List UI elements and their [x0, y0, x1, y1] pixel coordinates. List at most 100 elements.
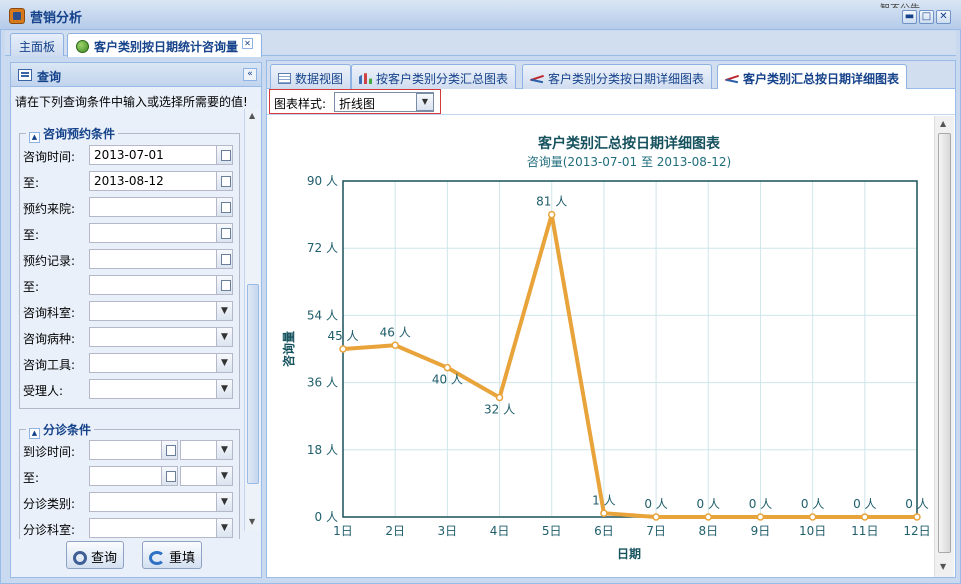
- calendar-icon[interactable]: [216, 249, 233, 269]
- tab-customer-category-stats[interactable]: 客户类别按日期统计咨询量 ✕: [67, 33, 263, 57]
- data-label: 1 人: [592, 493, 615, 507]
- scrollbar-thumb[interactable]: [247, 284, 259, 484]
- chart-subtitle: 咨询量(2013-07-01 至 2013-08-12): [527, 154, 731, 169]
- calendar-icon[interactable]: [216, 171, 233, 191]
- select-field[interactable]: [89, 327, 218, 347]
- chevron-down-icon[interactable]: ▼: [216, 353, 233, 373]
- form-icon: [18, 69, 32, 81]
- chevron-down-icon[interactable]: ▼: [216, 379, 233, 399]
- date-field[interactable]: [89, 249, 218, 269]
- data-point: [861, 513, 869, 521]
- scroll-down-icon[interactable]: ▼: [940, 562, 946, 571]
- date-field[interactable]: [89, 197, 218, 217]
- query-hint: 请在下列查询条件中输入或选择所需要的值!: [15, 95, 248, 109]
- calendar-icon[interactable]: [216, 145, 233, 165]
- tab-data-view[interactable]: 数据视图: [270, 64, 352, 89]
- calendar-icon[interactable]: [161, 440, 178, 460]
- chevron-down-icon[interactable]: ▼: [216, 466, 233, 486]
- chevron-down-icon[interactable]: ▼: [216, 440, 233, 460]
- select-field[interactable]: [89, 301, 218, 321]
- field-label: 至:: [23, 471, 40, 485]
- select-field[interactable]: [89, 353, 218, 373]
- scroll-up-icon[interactable]: ▲: [249, 111, 255, 120]
- select-field[interactable]: [89, 518, 218, 538]
- reset-button[interactable]: 重填: [142, 541, 203, 569]
- x-tick-label: 4日: [490, 524, 510, 538]
- query-panel-scrollbar[interactable]: ▲ ▼: [244, 109, 260, 531]
- y-tick-label: 36 人: [307, 376, 338, 390]
- consult-conditions-legend[interactable]: ▲ 咨询预约条件: [26, 125, 119, 143]
- chevron-down-icon[interactable]: ▼: [216, 518, 233, 538]
- data-label: 46 人: [380, 325, 411, 339]
- date-field[interactable]: [89, 275, 218, 295]
- time-select[interactable]: [180, 440, 218, 460]
- date-field[interactable]: [89, 466, 163, 486]
- data-label: 81 人: [536, 195, 567, 209]
- x-tick-label: 7日: [646, 524, 666, 538]
- collapse-panel-button[interactable]: «: [243, 68, 257, 81]
- date-field[interactable]: 2013-07-01: [89, 145, 218, 165]
- data-point: [547, 210, 556, 219]
- triage-conditions-legend[interactable]: ▲ 分诊条件: [26, 421, 95, 439]
- select-field[interactable]: [89, 492, 218, 512]
- date-field[interactable]: [89, 440, 163, 460]
- data-point: [443, 363, 452, 372]
- x-tick-label: 5日: [542, 524, 562, 538]
- calendar-icon[interactable]: [161, 466, 178, 486]
- chart-style-label: 图表样式:: [274, 97, 327, 111]
- tab-category-date-detail-chart[interactable]: 客户类别分类按日期详细图表: [522, 64, 713, 89]
- x-tick-label: 9日: [751, 524, 771, 538]
- query-button[interactable]: 查询: [66, 541, 125, 569]
- tab-main-panel[interactable]: 主面板: [10, 33, 65, 56]
- query-panel-title: 查询: [37, 70, 62, 84]
- date-field[interactable]: [89, 223, 218, 243]
- scroll-up-icon[interactable]: ▲: [940, 119, 946, 128]
- data-label: 0 人: [853, 497, 876, 511]
- data-label: 0 人: [905, 497, 928, 511]
- maximize-button[interactable]: □: [919, 10, 934, 24]
- tab-summary-date-detail-chart[interactable]: 客户类别汇总按日期详细图表: [717, 64, 908, 90]
- scroll-down-icon[interactable]: ▼: [249, 517, 255, 526]
- field-label: 咨询时间:: [23, 150, 76, 164]
- date-field[interactable]: 2013-08-12: [89, 171, 218, 191]
- line-chart-icon: [725, 73, 739, 84]
- x-tick-label: 3日: [438, 524, 458, 538]
- calendar-icon[interactable]: [216, 275, 233, 295]
- background-window-text: 智不公告...: [880, 0, 950, 8]
- scrollbar-thumb[interactable]: [938, 133, 951, 553]
- chevron-down-icon[interactable]: ▼: [216, 492, 233, 512]
- tab-label: 主面板: [19, 40, 56, 54]
- data-point: [391, 341, 399, 350]
- data-point: [808, 513, 817, 521]
- data-point: [704, 513, 713, 521]
- field-label: 至:: [23, 228, 40, 242]
- data-label: 0 人: [749, 497, 772, 511]
- collapse-toggle-icon[interactable]: ▲: [29, 132, 40, 143]
- x-tick-label: 8日: [698, 524, 718, 538]
- undo-icon: [149, 551, 165, 565]
- field-label: 咨询工具:: [23, 358, 76, 372]
- close-window-button[interactable]: ✕: [936, 10, 951, 24]
- chevron-down-icon[interactable]: ▼: [416, 93, 434, 111]
- calendar-icon[interactable]: [216, 197, 233, 217]
- field-label: 咨询病种:: [23, 332, 76, 346]
- time-select[interactable]: [180, 466, 218, 486]
- data-label: 45 人: [327, 329, 358, 343]
- minimize-button[interactable]: ▬: [902, 10, 917, 24]
- field-label: 至:: [23, 280, 40, 294]
- field-label: 受理人:: [23, 384, 64, 398]
- tab-category-summary-chart[interactable]: 按客户类别分类汇总图表: [351, 64, 517, 89]
- field-label: 分诊类别:: [23, 497, 76, 511]
- query-panel: 查询 « 请在下列查询条件中输入或选择所需要的值! ▲ 咨询预约条件 ▲ 分诊条件 …: [10, 62, 262, 578]
- select-field[interactable]: [89, 379, 218, 399]
- calendar-icon[interactable]: [216, 223, 233, 243]
- app-logo-icon: [9, 8, 25, 24]
- chart-title: 客户类别汇总按日期详细图表: [537, 135, 721, 152]
- chevron-down-icon[interactable]: ▼: [216, 327, 233, 347]
- view-tab-bar: 数据视图 按客户类别分类汇总图表 客户类别分类按日期详细图表 客户类别汇总按日期…: [267, 61, 955, 90]
- x-tick-label: 6日: [594, 524, 614, 538]
- collapse-toggle-icon[interactable]: ▲: [29, 428, 40, 439]
- chart-scrollbar[interactable]: ▲ ▼: [934, 116, 954, 577]
- close-icon[interactable]: ✕: [242, 38, 254, 49]
- chevron-down-icon[interactable]: ▼: [216, 301, 233, 321]
